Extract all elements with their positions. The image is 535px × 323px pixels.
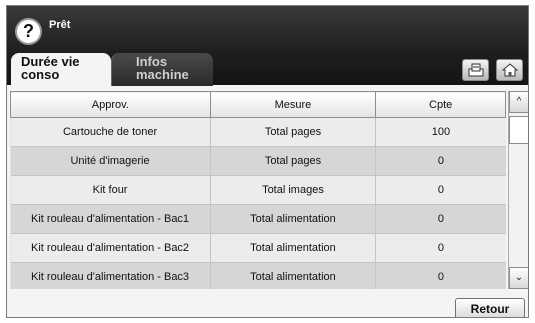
table-row[interactable]: Kit rouleau d'alimentation - Bac1 Total … — [10, 204, 506, 234]
tray-icon — [468, 63, 484, 77]
cell-count: 0 — [375, 204, 506, 234]
chevron-down-icon: ⌄ — [514, 272, 524, 283]
tray-button[interactable] — [462, 59, 489, 81]
cell-supply: Unité d'imagerie — [10, 146, 211, 176]
column-header-measure[interactable]: Mesure — [209, 91, 377, 118]
cell-measure: Total alimentation — [209, 233, 376, 263]
back-button[interactable]: Retour — [455, 298, 525, 317]
scroll-up-button[interactable]: ^ — [509, 91, 528, 113]
cell-count: 0 — [375, 262, 506, 289]
scroll-thumb[interactable] — [509, 116, 528, 144]
cell-supply: Kit four — [10, 175, 211, 205]
cell-supply: Cartouche de toner — [10, 117, 211, 147]
cell-measure: Total images — [209, 175, 376, 205]
column-header-supply[interactable]: Approv. — [10, 91, 211, 118]
scroll-down-button[interactable]: ⌄ — [509, 267, 528, 289]
help-button[interactable]: ? — [15, 18, 42, 45]
cell-measure: Total pages — [209, 117, 376, 147]
tab-machine-info[interactable]: Infos machine — [111, 53, 213, 86]
cell-supply: Kit rouleau d'alimentation - Bac1 — [10, 204, 211, 234]
tab-supplies-life[interactable]: Durée vie conso — [11, 53, 111, 86]
column-header-count[interactable]: Cpte — [375, 91, 506, 118]
cell-supply: Kit rouleau d'alimentation - Bac2 — [10, 233, 211, 263]
cell-count: 0 — [375, 175, 506, 205]
table-row[interactable]: Kit rouleau d'alimentation - Bac2 Total … — [10, 233, 506, 263]
cell-supply: Kit rouleau d'alimentation - Bac3 — [10, 262, 211, 289]
cell-measure: Total alimentation — [209, 204, 376, 234]
table-row[interactable]: Kit four Total images 0 — [10, 175, 506, 205]
cell-count: 0 — [375, 146, 506, 176]
cell-measure: Total alimentation — [209, 262, 376, 289]
table-row[interactable]: Kit rouleau d'alimentation - Bac3 Total … — [10, 262, 506, 289]
status-text: Prêt — [49, 19, 71, 31]
device-screen: ? Prêt Durée vie conso Infos machine App… — [6, 5, 529, 318]
tab-label-line2: conso — [21, 67, 60, 82]
supplies-table: Approv. Mesure Cpte Cartouche de toner T… — [10, 91, 506, 289]
chevron-up-icon: ^ — [516, 96, 522, 107]
tab-label-line2: machine — [136, 67, 189, 82]
table-row[interactable]: Cartouche de toner Total pages 100 — [10, 117, 506, 147]
cell-count: 0 — [375, 233, 506, 263]
status-bar: ? Prêt Durée vie conso Infos machine — [7, 6, 528, 86]
table-row[interactable]: Unité d'imagerie Total pages 0 — [10, 146, 506, 176]
cell-count: 100 — [375, 117, 506, 147]
vertical-scrollbar[interactable]: ^ ⌄ — [508, 91, 528, 289]
cell-measure: Total pages — [209, 146, 376, 176]
home-icon — [502, 63, 518, 77]
home-button[interactable] — [496, 59, 523, 81]
